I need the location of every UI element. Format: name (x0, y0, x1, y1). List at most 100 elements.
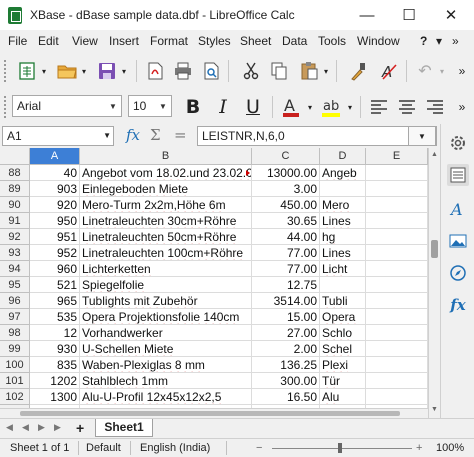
sheet-tab-sheet1[interactable]: Sheet1 (95, 419, 153, 437)
open-folder-icon[interactable] (54, 58, 80, 84)
cell-b[interactable]: Spiegelfolie (80, 277, 252, 293)
cell-c[interactable]: 44.00 (252, 229, 320, 245)
undo-icon[interactable]: ↶ (412, 58, 438, 84)
formula-icon[interactable]: = (174, 126, 187, 144)
last-sheet-icon[interactable]: ▶ (54, 422, 61, 433)
cell-e[interactable] (366, 181, 428, 197)
cell-b[interactable]: Alu-U-Profil 12x45x12x2,5 (80, 389, 252, 405)
cell-d[interactable]: Schlo (320, 325, 366, 341)
italic-icon[interactable]: I (210, 94, 236, 120)
menu-window[interactable]: Window (357, 34, 400, 48)
row-header[interactable]: 93 (0, 245, 30, 261)
close-button[interactable]: ✕ (430, 0, 472, 30)
row-header[interactable]: 101 (0, 373, 30, 389)
scroll-down-icon[interactable]: ▼ (431, 406, 438, 413)
cell-a[interactable]: 903 (30, 181, 80, 197)
cell-e[interactable] (366, 309, 428, 325)
horizontal-scrollbar[interactable] (0, 408, 428, 418)
cell-b[interactable]: Einlegeboden Miete (80, 181, 252, 197)
row-header[interactable]: 97 (0, 309, 30, 325)
cell-d[interactable]: Plexi (320, 357, 366, 373)
cell-b[interactable]: Linetraleuchten 30cm+Röhre (80, 213, 252, 229)
sidebar-settings-icon[interactable] (447, 132, 469, 154)
next-sheet-icon[interactable]: ▶ (38, 422, 45, 433)
cell-d[interactable]: Tubli (320, 293, 366, 309)
cell-d[interactable]: Tür (320, 373, 366, 389)
navigator-icon[interactable] (447, 262, 469, 284)
cell-a[interactable]: 835 (30, 357, 80, 373)
select-all-corner[interactable] (0, 148, 30, 165)
properties-icon[interactable] (447, 164, 469, 186)
row-header[interactable]: 100 (0, 357, 30, 373)
toolbar-handle[interactable] (4, 60, 8, 82)
cell-a[interactable]: 1300 (30, 389, 80, 405)
cell-c[interactable]: 3.00 (252, 181, 320, 197)
cell-e[interactable] (366, 229, 428, 245)
cell-a[interactable]: 951 (30, 229, 80, 245)
language-status[interactable]: English (India) (140, 442, 210, 454)
row-header[interactable]: 92 (0, 229, 30, 245)
function-wizard-icon[interactable]: fx (126, 126, 140, 144)
align-left-icon[interactable] (366, 94, 392, 120)
spreadsheet-grid[interactable]: A B C D E 88 40 Angebot vom 18.02.und 23.0… (0, 148, 428, 408)
cell-e[interactable] (366, 293, 428, 309)
cell-e[interactable] (366, 245, 428, 261)
print-preview-icon[interactable] (198, 58, 224, 84)
menu-insert[interactable]: Insert (109, 34, 139, 48)
cell-b[interactable]: Linetraleuchten 50cm+Röhre (80, 229, 252, 245)
cell-e[interactable] (366, 341, 428, 357)
cell-b[interactable]: Mero-Turm 2x2m,Höhe 6m (80, 197, 252, 213)
cell-b[interactable]: Linetraleuchten 100cm+Röhre (80, 245, 252, 261)
cell-c[interactable]: 27.00 (252, 325, 320, 341)
save-dropdown-icon[interactable]: ▾ (118, 58, 130, 84)
cell-a[interactable]: 930 (30, 341, 80, 357)
cell-e[interactable] (366, 357, 428, 373)
minimize-button[interactable]: — (346, 0, 388, 30)
clone-formatting-icon[interactable] (346, 58, 372, 84)
toolbar-overflow-icon[interactable]: » (452, 58, 472, 84)
cell-c[interactable]: 300.00 (252, 373, 320, 389)
cell-b[interactable]: Vorhandwerker (80, 325, 252, 341)
menu-tools[interactable]: Tools (318, 34, 346, 48)
font-name-dropdown-icon[interactable]: ▼ (105, 96, 121, 116)
prev-sheet-icon[interactable]: ◀ (22, 422, 29, 433)
highlight-color-icon[interactable]: ab (318, 94, 344, 120)
cell-b[interactable]: Tublights mit Zubehör (80, 293, 252, 309)
cell-e[interactable] (366, 261, 428, 277)
row-header[interactable]: 96 (0, 293, 30, 309)
cell-c[interactable]: 30.65 (252, 213, 320, 229)
font-color-icon[interactable]: A (278, 94, 304, 120)
align-right-icon[interactable] (422, 94, 448, 120)
cell-b[interactable]: Opera Projektionsfolie 140cm (80, 309, 252, 325)
cell-c[interactable]: 3514.00 (252, 293, 320, 309)
help-icon[interactable]: ? (420, 34, 427, 48)
row-header[interactable]: 91 (0, 213, 30, 229)
cell-a[interactable]: 920 (30, 197, 80, 213)
cell-c[interactable]: 136.25 (252, 357, 320, 373)
row-header[interactable]: 94 (0, 261, 30, 277)
zoom-in-icon[interactable]: + (416, 442, 422, 454)
formula-input[interactable]: LEISTNR,N,6,0 (197, 126, 437, 146)
cell-e[interactable] (366, 325, 428, 341)
toolbar-handle[interactable] (4, 96, 8, 118)
clear-formatting-icon[interactable]: A (376, 58, 402, 84)
gallery-icon[interactable] (447, 230, 469, 252)
name-box-dropdown-icon[interactable]: ▼ (103, 127, 111, 145)
align-center-icon[interactable] (394, 94, 420, 120)
cell-c[interactable]: 77.00 (252, 261, 320, 277)
cell-a[interactable]: 12 (30, 325, 80, 341)
cell-c[interactable]: 450.00 (252, 197, 320, 213)
menu-overflow-icon[interactable]: » (452, 34, 459, 48)
column-header-b[interactable]: B (80, 148, 252, 165)
cell-e[interactable] (366, 373, 428, 389)
styles-icon[interactable]: A (447, 198, 469, 220)
new-dropdown-icon[interactable]: ▾ (38, 58, 50, 84)
copy-icon[interactable] (266, 58, 292, 84)
sum-icon[interactable]: Σ (150, 126, 161, 144)
functions-icon[interactable]: fx (447, 294, 469, 316)
column-header-e[interactable]: E (366, 148, 428, 165)
save-icon[interactable] (94, 58, 120, 84)
font-name-box[interactable]: Arial ▼ (12, 95, 122, 117)
font-size-box[interactable]: 10 ▼ (128, 95, 172, 117)
row-header[interactable]: 90 (0, 197, 30, 213)
